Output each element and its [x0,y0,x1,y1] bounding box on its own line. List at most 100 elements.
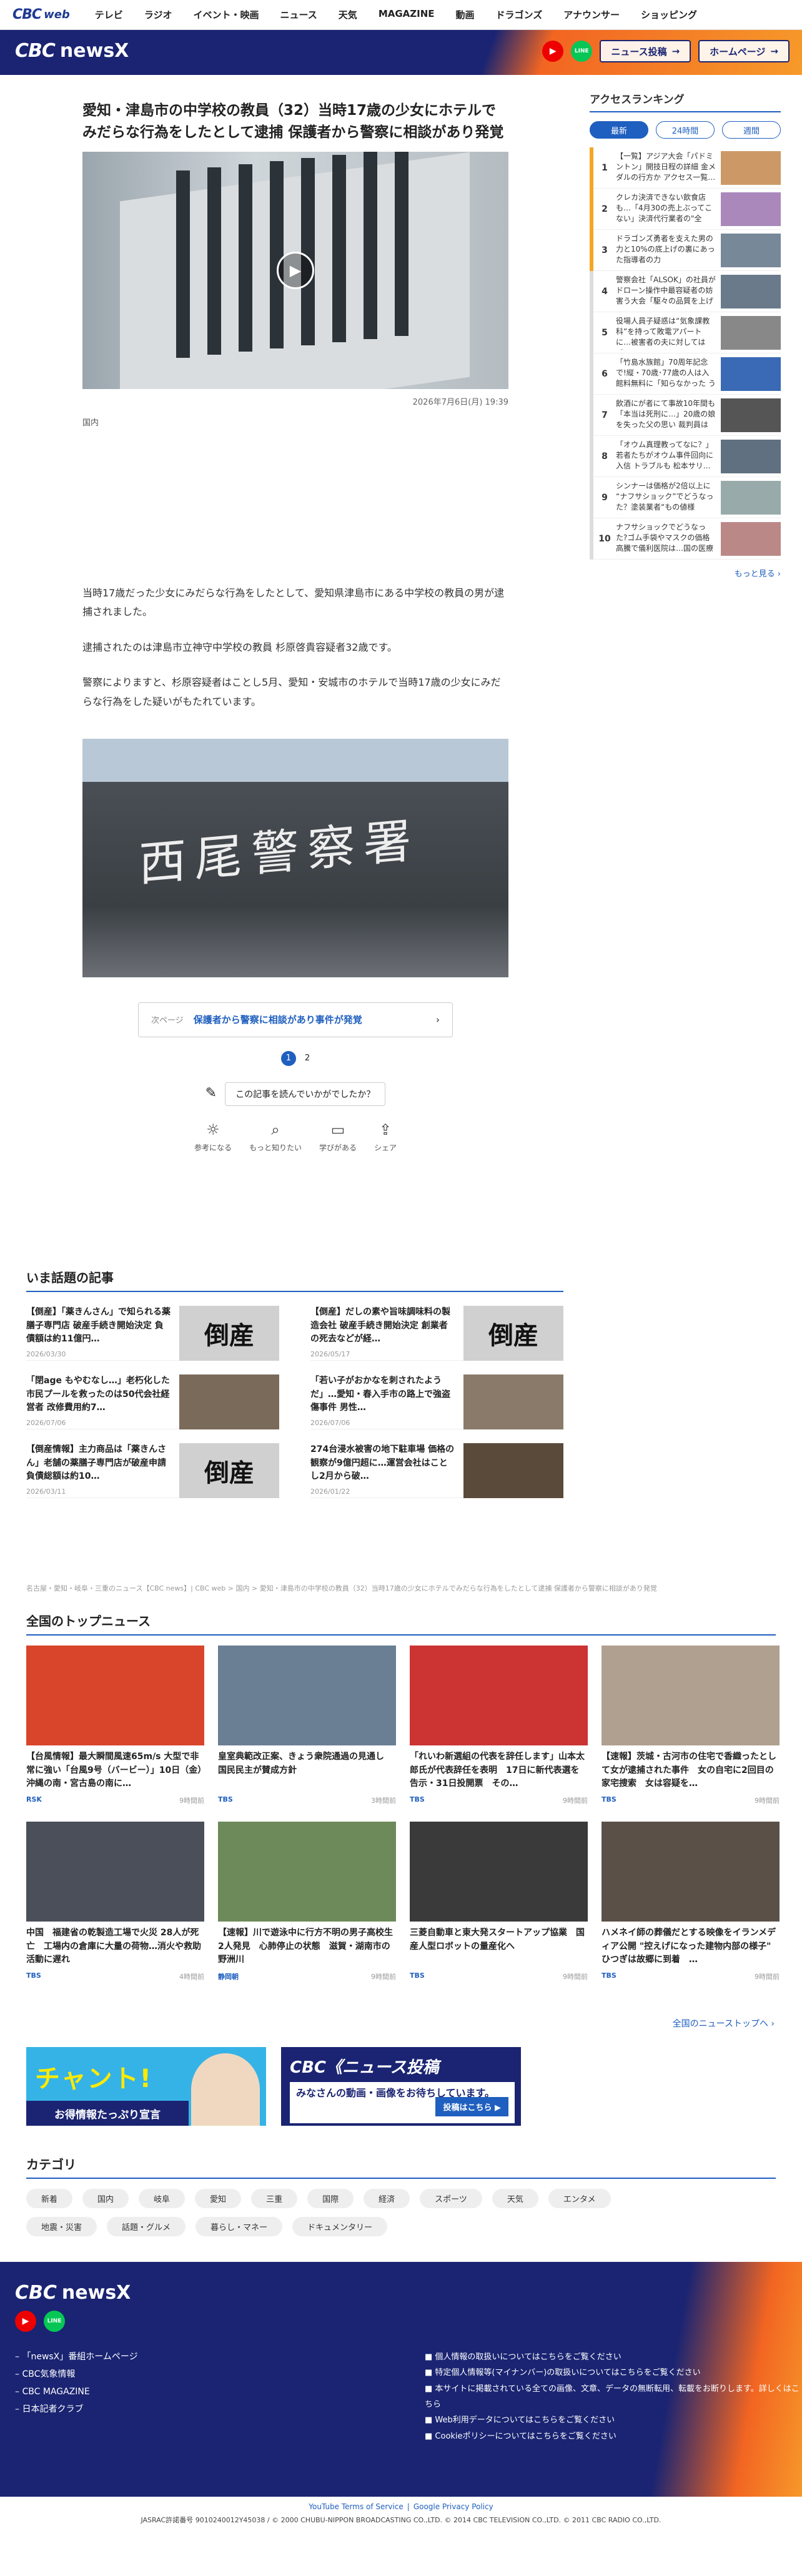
top-news-card[interactable]: 【速報】川で遊泳中に行方不明の男子高校生2人発見 心肺停止の状態 滋賀・湖南市の… [218,1822,396,1981]
top-news-meta: 静岡朝 9時間前 [218,1971,396,1981]
category-chip[interactable]: 三重 [251,2189,298,2208]
category-chip[interactable]: エンタメ [548,2189,611,2208]
newsx-logo[interactable]: CBC newsX [15,40,129,62]
page-2[interactable]: 2 [305,1054,310,1063]
article-video-thumbnail[interactable]: ▶ [82,152,508,389]
hot-item[interactable]: 【倒産情報】主力商品は「薬きんさん」老舗の薬膳子専門店が破産申請 負債総額は約1… [26,1429,279,1498]
nav-announcer[interactable]: アナウンサー [563,8,620,21]
helpful-button[interactable]: ☼ 参考になる [194,1121,232,1153]
ranking-item[interactable]: 8 「オウム真理教ってなに？」若者たちがオウム事件回向に入信 トラブルも 松本サリ… [590,435,781,477]
category-chip[interactable]: 新着 [26,2189,73,2208]
category-chip[interactable]: 暮らし・マネー [196,2217,283,2236]
ranking-item[interactable]: 7 飲酒にが者にて事故10年間も「本当は死刑に…」20歳の娘を失った父の思い 裁判… [590,394,781,436]
news-post-button[interactable]: ニュース投稿 → [600,40,691,62]
top-news-card[interactable]: 【台風情報】最大瞬間風速65m/s 大型で非常に強い「台風9号（バービー）」10… [26,1646,204,1805]
category-chip[interactable]: 地震・災害 [26,2217,97,2236]
footer-link[interactable]: – 「newsX」番組ホームページ [15,2348,138,2366]
all-news-link[interactable]: 全国のニューストップへ › [625,2017,775,2030]
top-news-image [26,1646,204,1745]
share-button[interactable]: ⇪ シェア [374,1121,397,1153]
ranking-item[interactable]: 5 役場人員子疑惑は“気象課教科”を持って敗電アパートに…被害者の夫に対しては「な… [590,312,781,353]
top-news-title: 皇室典範改正案、きょう衆院通過の見通し 国民民主が賛成方針 [218,1752,393,1775]
nav-dragons[interactable]: ドラゴンズ [496,8,543,21]
category-chip[interactable]: 話題・グルメ [107,2217,186,2236]
youtube-icon[interactable]: ▶ [542,41,564,62]
ranking-item[interactable]: 2 クレカ決済できない飲食店も…「4月30の売上ぶってこない」決済代行業者の"全休… [590,188,781,230]
category-chip[interactable]: 国際 [307,2189,354,2208]
ranking-item[interactable]: 10 ナフサショックでどうなった?ゴム手袋やマスクの価格高騰で儀利医院は…国の医療… [590,518,781,560]
category-chip[interactable]: 愛知 [195,2189,242,2208]
category-chip[interactable]: ドキュメンタリー [292,2217,388,2236]
tab-latest[interactable]: 最新 [590,121,648,139]
rank-thumbnail [721,398,781,432]
homepage-button[interactable]: ホームページ → [698,40,790,62]
nav-magazine[interactable]: MAGAZINE [379,8,435,21]
top-news-card[interactable]: 皇室典範改正案、きょう衆院通過の見通し 国民民主が賛成方針 TBS 3時間前 [218,1646,396,1805]
hot-item[interactable]: 「若い子がおかなを刺されたようだ」…愛知・春入手市の路上で強盗傷事件 男性… 20… [310,1361,563,1429]
chant-banner[interactable]: チャント! お得情報たっぷり宣言 [26,2047,266,2126]
hot-item[interactable]: 【倒産】「薬きんさん」で知られる薬膳子専門店 破産手続き開始決定 負債額は約11… [26,1292,279,1361]
cbc-web-logo[interactable]: CBC web [12,7,70,22]
rank-number: 1 [602,162,608,173]
tab-24h[interactable]: 24時間 [656,121,715,139]
top-news-card[interactable]: 「れいわ新選組の代表を辞任します」山本太郎氏が代表辞任を表明 17日に新代表選を… [410,1646,588,1805]
ranking-more-link[interactable]: もっと見る › [590,567,781,579]
google-privacy-link[interactable]: Google Privacy Policy [413,2502,493,2511]
rank-color-bar [590,518,593,560]
ranking-item[interactable]: 4 警察会社「ALSOK」の社員がドローン操作中最容疑者の妨害う大会「駆々の品質を… [590,270,781,312]
top-news-card[interactable]: 三菱自動車と東大発スタートアップ協業 国産人型ロボットの量産化へ TBS 9時間前 [410,1822,588,1981]
policy-link[interactable]: ■ 特定個人情報等(マイナンバー)の取扱いについてはこちらをご覧ください [425,2365,802,2381]
play-icon[interactable]: ▶ [277,252,314,289]
category-chip[interactable]: スポーツ [420,2189,482,2208]
footer-logo[interactable]: CBC newsX [15,2282,131,2304]
rank-color-bar [590,188,593,230]
top-news-card[interactable]: 【速報】茨城・古河市の住宅で香織ったとして女が逮捕された事件 女の自宅に2回目の… [602,1646,780,1805]
top-news-card[interactable]: ハメネイ師の葬儀だとする映像をイランメディア公開 "控えげになった建物内部の様子… [602,1822,780,1981]
nav-radio[interactable]: ラジオ [144,8,172,21]
line-icon[interactable]: LINE [571,41,593,62]
nav-tv[interactable]: テレビ [95,8,123,21]
article-category[interactable]: 国内 [82,416,508,428]
top-news-time: 3時間前 [371,1797,396,1805]
youtube-icon[interactable]: ▶ [15,2311,36,2332]
nav-news[interactable]: ニュース [280,8,317,21]
hot-item[interactable]: 274台浸水被害の地下駐車場 価格の観察が9億円超に…運営会社はことし2月から破… [310,1429,563,1498]
ranking-item[interactable]: 9 シンナーは価格が2倍以上に “ナフサショック”でどうなった？塗装業者“もの値様… [590,476,781,518]
tab-weekly[interactable]: 週間 [722,121,781,139]
footer-link[interactable]: – CBC MAGAZINE [15,2383,138,2401]
footer-link[interactable]: – 日本記者クラブ [15,2401,138,2418]
line-icon[interactable]: LINE [44,2311,65,2332]
hot-item-text: 【倒産情報】主力商品は「薬きんさん」老舗の薬膳子専門店が破産申請 負債総額は約1… [26,1443,171,1496]
top-news-card[interactable]: 中国 福建省の乾製造工場で火災 28人が死亡 工場内の倉庫に大量の荷物…消火や救… [26,1822,204,1981]
next-page-link[interactable]: 次ページ 保護者から警察に相談があり事件が発覚 › [138,1002,453,1037]
policy-link[interactable]: ■ Cookieポリシーについてはこちらをご覧ください [425,2429,802,2444]
top-news-meta: TBS 9時間前 [410,1795,588,1805]
policy-link[interactable]: ■ 個人情報の取扱いについてはこちらをご覧ください [425,2349,802,2365]
policy-link[interactable]: ■ Web利用データについてはこちらをご覧ください [425,2412,802,2428]
news-post-banner-title: CBC《ニュース投稿 [290,2058,439,2077]
category-chip[interactable]: 経済 [364,2189,410,2208]
category-chip[interactable]: 岐阜 [139,2189,186,2208]
nav-weather[interactable]: 天気 [339,8,357,21]
breadcrumb[interactable]: 名古屋・愛知・岐阜・三重のニュース【CBC news】| CBC web > 国… [26,1583,776,1593]
ranking-item[interactable]: 1 【一覧】アジア大会「パドミントン」開技日程の詳細 金メダルの行方か アクセス一… [590,147,781,189]
category-chip[interactable]: 天気 [492,2189,538,2208]
ranking-item[interactable]: 6 「竹島水族館」70周年記念で!縦・70歳･77歳の人は入館料無料に「知らなかっ… [590,353,781,395]
hot-item[interactable]: 【倒産】だしの素や旨味調味料の製造会社 破産手続き開始決定 創業者の死去などが経… [310,1292,563,1361]
post-here-button[interactable]: 投稿はこちら ▶ [435,2097,508,2116]
know-more-button[interactable]: ⌕ もっと知りたい [249,1121,302,1153]
footer-social: ▶ LINE [15,2311,65,2332]
nav-event[interactable]: イベント・映画 [194,8,259,21]
youtube-terms-link[interactable]: YouTube Terms of Service [309,2502,403,2511]
learning-button[interactable]: ▭ 学びがある [319,1121,357,1153]
hot-item[interactable]: 「閉age もやむなし…」老朽化した市民プールを救ったのは50代会社経営者 改修… [26,1361,279,1429]
news-post-banner[interactable]: CBC《ニュース投稿 みなさんの動画・画像をお待ちしています。 投稿はこちら ▶ [281,2047,521,2126]
nav-video[interactable]: 動画 [456,8,475,21]
category-chip[interactable]: 国内 [82,2189,129,2208]
page-1[interactable]: 1 [280,1050,296,1066]
policy-link[interactable]: ■ 本サイトに掲載されている全ての画像、文章、データの無断転用、転載をお断りしま… [425,2381,802,2413]
ranking-item[interactable]: 3 ドラゴンズ勇者を支えた男の力と10%の底上げの裏にあった指導者の力 [590,229,781,271]
categories-title: カテゴリ [26,2154,776,2179]
nav-shopping[interactable]: ショッピング [641,8,697,21]
footer-link[interactable]: – CBC気象情報 [15,2366,138,2383]
